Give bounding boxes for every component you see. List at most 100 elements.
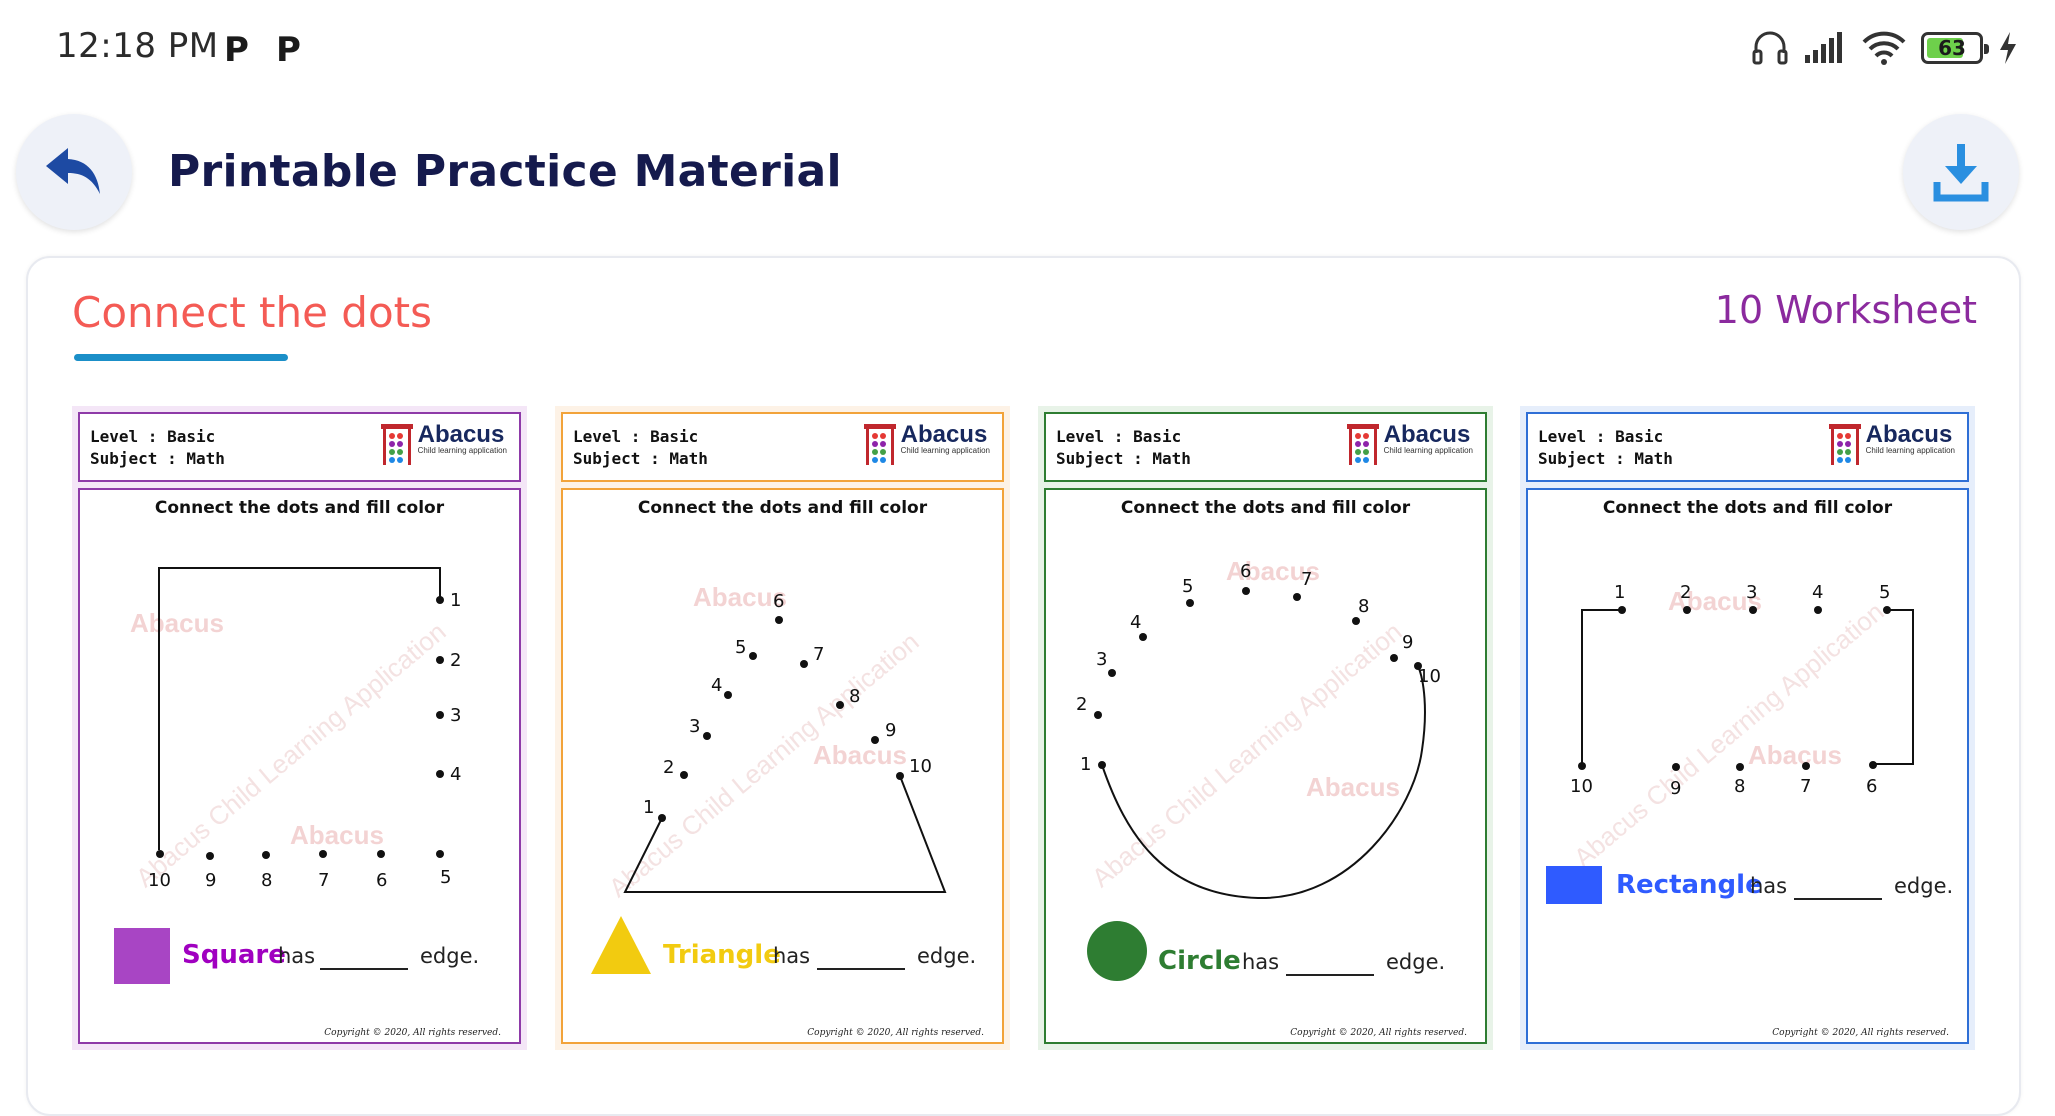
has-label: has xyxy=(1750,874,1788,898)
svg-text:4: 4 xyxy=(1812,582,1823,603)
abacus-logo: Abacus Child learning application xyxy=(863,422,990,466)
svg-text:1: 1 xyxy=(1614,582,1625,603)
svg-text:2: 2 xyxy=(1076,694,1087,715)
svg-text:4: 4 xyxy=(711,675,722,696)
worksheet-header: Level : Basic Subject : Math Abacus Chil… xyxy=(1044,412,1487,482)
svg-text:6: 6 xyxy=(1866,776,1877,797)
svg-text:7: 7 xyxy=(318,870,329,891)
clock: 12:18 PM xyxy=(56,26,219,66)
edge-label: edge. xyxy=(420,944,480,968)
copyright: Copyright © 2020, All rights reserved. xyxy=(807,1028,984,1038)
copyright: Copyright © 2020, All rights reserved. xyxy=(1772,1028,1949,1038)
svg-text:1: 1 xyxy=(643,797,654,818)
abacus-icon xyxy=(1828,424,1861,465)
app-header: Printable Practice Material xyxy=(0,110,2055,240)
shape-name: Triangle xyxy=(663,940,781,970)
logo-title: Abacus xyxy=(417,421,505,448)
worksheet-thumbnail-rectangle[interactable]: Level : Basic Subject : Math Abacus Chil… xyxy=(1520,406,1975,1050)
notification-p-icon: P xyxy=(224,30,249,70)
battery-icon: 63 xyxy=(1921,32,1989,64)
worksheet-thumbnail-circle[interactable]: Level : Basic Subject : Math Abacus Chil… xyxy=(1038,406,1493,1050)
svg-text:3: 3 xyxy=(1746,582,1757,603)
svg-text:9: 9 xyxy=(1670,778,1681,799)
logo-subtitle: Child learning application xyxy=(900,446,990,455)
copyright: Copyright © 2020, All rights reserved. xyxy=(1290,1028,1467,1038)
worksheet-subject: Subject : Math xyxy=(573,449,708,468)
svg-text:5: 5 xyxy=(1879,582,1890,603)
svg-text:10: 10 xyxy=(148,870,171,891)
rectangle-color-swatch xyxy=(1546,866,1602,904)
worksheet-level: Level : Basic xyxy=(573,427,699,446)
abacus-logo: Abacus Child learning application xyxy=(1828,422,1955,466)
download-button[interactable] xyxy=(1903,114,2019,230)
svg-text:5: 5 xyxy=(440,867,451,888)
svg-text:8: 8 xyxy=(849,686,860,707)
circle-color-swatch xyxy=(1087,921,1147,981)
worksheet-body: Connect the dots and fill color Abacus A… xyxy=(78,488,521,1044)
answer-blank xyxy=(1794,898,1882,900)
svg-text:2: 2 xyxy=(663,757,674,778)
svg-text:9: 9 xyxy=(885,720,896,741)
answer-blank xyxy=(1286,974,1374,976)
shape-name: Square xyxy=(182,940,286,970)
headset-icon xyxy=(1752,31,1788,65)
worksheet-body: Connect the dots and fill color Abacus A… xyxy=(1044,488,1487,1044)
worksheet-subject: Subject : Math xyxy=(90,449,225,468)
svg-text:8: 8 xyxy=(1358,596,1369,617)
battery-level: 63 xyxy=(1938,36,1966,60)
shape-name: Rectangle xyxy=(1616,870,1763,900)
answer-blank xyxy=(817,968,905,970)
section-title-underline xyxy=(74,354,288,361)
logo-subtitle: Child learning application xyxy=(1865,446,1955,455)
svg-text:3: 3 xyxy=(1096,649,1107,670)
svg-text:5: 5 xyxy=(1182,576,1193,597)
has-label: has xyxy=(773,944,811,968)
worksheet-card: Connect the dots 10 Worksheet Level : Ba… xyxy=(26,256,2021,1116)
abacus-icon xyxy=(1346,424,1379,465)
worksheet-level: Level : Basic xyxy=(1056,427,1182,446)
worksheet-subject: Subject : Math xyxy=(1056,449,1191,468)
has-label: has xyxy=(278,944,316,968)
svg-text:7: 7 xyxy=(1301,569,1312,590)
shape-name: Circle xyxy=(1158,946,1241,976)
section-title: Connect the dots xyxy=(72,288,432,337)
charging-bolt-icon xyxy=(2000,32,2016,64)
worksheet-body: Connect the dots and fill color Abacus A… xyxy=(1526,488,1969,1044)
logo-title: Abacus xyxy=(1383,421,1471,448)
logo-subtitle: Child learning application xyxy=(417,446,507,455)
svg-text:6: 6 xyxy=(773,591,784,612)
notification-p-icon: P xyxy=(276,30,301,70)
svg-text:8: 8 xyxy=(261,870,272,891)
svg-text:6: 6 xyxy=(1240,561,1251,582)
worksheet-body: Connect the dots and fill color Abacus A… xyxy=(561,488,1004,1044)
back-button[interactable] xyxy=(16,114,132,230)
svg-text:6: 6 xyxy=(376,870,387,891)
worksheet-thumbnail-square[interactable]: Level : Basic Subject : Math Abacus Chil… xyxy=(72,406,527,1050)
svg-text:1: 1 xyxy=(450,590,461,611)
worksheet-thumbnail-triangle[interactable]: Level : Basic Subject : Math Abacus Chil… xyxy=(555,406,1010,1050)
svg-text:9: 9 xyxy=(1402,632,1413,653)
worksheet-header: Level : Basic Subject : Math Abacus Chil… xyxy=(1526,412,1969,482)
worksheet-count: 10 Worksheet xyxy=(1714,288,1977,332)
has-label: has xyxy=(1242,950,1280,974)
dot-puzzle-rectangle: 1 2 3 4 5 6 7 8 9 10 xyxy=(1570,582,1914,799)
svg-text:10: 10 xyxy=(1418,666,1441,687)
page-title: Printable Practice Material xyxy=(168,146,842,197)
edge-label: edge. xyxy=(1894,874,1954,898)
svg-text:9: 9 xyxy=(205,870,216,891)
download-icon xyxy=(1933,144,1989,202)
signal-icon xyxy=(1805,32,1842,63)
svg-text:1: 1 xyxy=(1080,754,1091,775)
back-arrow-icon xyxy=(46,148,100,194)
svg-text:4: 4 xyxy=(1130,612,1141,633)
edge-label: edge. xyxy=(1386,950,1446,974)
status-bar: 12:18 PM P P 63 xyxy=(0,0,2055,95)
worksheet-subject: Subject : Math xyxy=(1538,449,1673,468)
svg-text:7: 7 xyxy=(1800,776,1811,797)
worksheet-level: Level : Basic xyxy=(1538,427,1664,446)
abacus-icon xyxy=(380,424,413,465)
status-indicators: 63 xyxy=(1751,28,2019,68)
worksheet-header: Level : Basic Subject : Math Abacus Chil… xyxy=(78,412,521,482)
logo-subtitle: Child learning application xyxy=(1383,446,1473,455)
svg-text:3: 3 xyxy=(450,705,461,726)
